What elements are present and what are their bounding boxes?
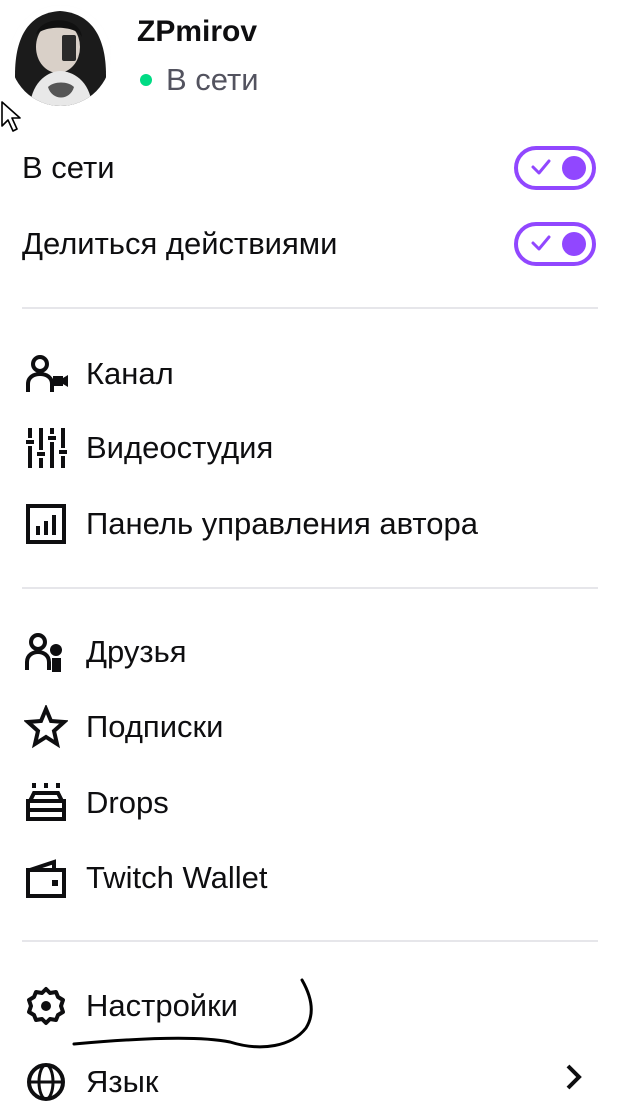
menu-item-friends[interactable]: Друзья <box>22 622 598 682</box>
menu-item-label: Друзья <box>86 634 187 669</box>
dashboard-icon <box>22 500 70 548</box>
status-text: В сети <box>166 62 259 97</box>
menu-item-label: Видеостудия <box>86 430 274 465</box>
online-toggle[interactable] <box>514 146 596 190</box>
avatar[interactable] <box>10 5 111 106</box>
menu-item-label: Панель управления автора <box>86 506 478 541</box>
menu-item-label: Twitch Wallet <box>86 860 268 895</box>
channel-icon <box>22 350 70 398</box>
toggle-knob <box>562 156 586 180</box>
sliders-icon <box>22 424 70 472</box>
menu-item-subscriptions[interactable]: Подписки <box>22 697 598 757</box>
star-icon <box>22 703 70 751</box>
checkmark-icon <box>531 159 551 175</box>
divider <box>22 940 598 942</box>
menu-item-video-studio[interactable]: Видеостудия <box>22 418 598 478</box>
online-toggle-label: В сети <box>22 150 115 185</box>
friends-icon <box>22 628 70 676</box>
menu-item-creator-dashboard[interactable]: Панель управления автора <box>22 494 598 554</box>
online-status: В сети <box>137 58 259 102</box>
share-activity-label: Делиться действиями <box>22 226 338 261</box>
menu-item-label: Подписки <box>86 709 224 744</box>
divider <box>22 587 598 589</box>
menu-item-drops[interactable]: Drops <box>22 773 598 833</box>
mouse-cursor-icon <box>1 101 21 132</box>
status-dot-icon <box>140 74 152 86</box>
menu-item-label: Канал <box>86 356 174 391</box>
divider <box>22 307 598 309</box>
checkmark-icon <box>531 235 551 251</box>
hand-drawn-underline <box>72 978 313 1049</box>
online-toggle-row[interactable]: В сети <box>22 140 598 196</box>
share-activity-toggle-row[interactable]: Делиться действиями <box>22 216 598 272</box>
menu-item-twitch-wallet[interactable]: Twitch Wallet <box>22 848 598 908</box>
menu-item-label: Drops <box>86 785 169 820</box>
username: ZPmirov <box>137 15 258 48</box>
drops-icon <box>22 779 70 827</box>
toggle-knob <box>562 232 586 256</box>
menu-item-channel[interactable]: Канал <box>22 344 598 404</box>
share-activity-toggle[interactable] <box>514 222 596 266</box>
wallet-icon <box>22 854 70 902</box>
